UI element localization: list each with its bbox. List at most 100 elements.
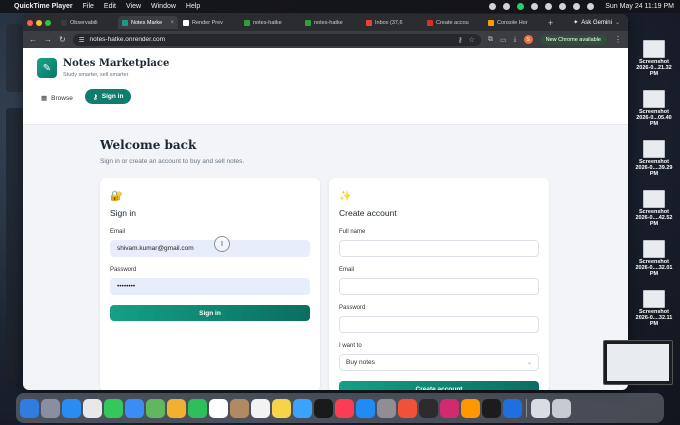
zoom-window-button[interactable]	[45, 19, 51, 26]
chrome-update-chip[interactable]: New Chrome available	[539, 34, 607, 45]
forward-icon[interactable]: →	[44, 35, 52, 44]
nav-signin-button[interactable]: ⚷ Sign in	[85, 89, 132, 104]
desktop-file[interactable]: Screenshot 2026-0....32.11 PM	[632, 290, 676, 327]
appstore-icon[interactable]	[356, 398, 375, 418]
mail-icon[interactable]	[125, 398, 144, 418]
browser-tab[interactable]: Observabili	[57, 16, 117, 29]
notes-logo-icon[interactable]: ✎	[37, 58, 57, 78]
maps-icon[interactable]	[146, 398, 165, 418]
file-thumbnail	[643, 190, 665, 208]
messages-icon[interactable]	[104, 398, 123, 418]
wifi-icon[interactable]	[559, 3, 567, 10]
nav-browse-link[interactable]: ▦ Browse	[41, 94, 73, 103]
safari-icon[interactable]	[62, 398, 81, 418]
gemini-icon: ✦	[573, 20, 579, 26]
signin-password-input[interactable]: ••••••••	[110, 278, 310, 295]
dock-separator	[526, 399, 527, 417]
menu-view[interactable]: View	[126, 3, 141, 10]
menu-edit[interactable]: Edit	[104, 3, 116, 10]
finder-icon[interactable]	[20, 398, 39, 418]
browser-tab[interactable]: Console Hor	[484, 16, 544, 29]
calendar-widget[interactable]	[6, 24, 24, 92]
browser-tab[interactable]: notes-hatke	[301, 16, 361, 29]
signin-email-label: Email	[110, 229, 126, 235]
browser-menu-icon[interactable]: ⋮	[614, 35, 622, 44]
menu-file[interactable]: File	[83, 3, 94, 10]
page-subtitle: Sign in or create an account to buy and …	[100, 158, 245, 165]
browser-tab[interactable]: Create accou	[423, 16, 483, 29]
recording-preview-window[interactable]	[603, 340, 673, 385]
intellij-icon[interactable]	[440, 398, 459, 418]
terminal-icon[interactable]	[482, 398, 501, 418]
browser-tab[interactable]: Inbox (37,6	[362, 16, 422, 29]
desktop-file[interactable]: Screenshot 2026-0....32.01 PM	[632, 240, 676, 277]
facetime-icon[interactable]	[188, 398, 207, 418]
ask-gemini-button[interactable]: ✦ Ask Gemini ⌄	[573, 19, 620, 27]
reload-icon[interactable]: ↻	[59, 35, 66, 44]
new-tab-button[interactable]: +	[548, 18, 553, 28]
minimize-window-button[interactable]	[36, 19, 42, 26]
reminders-icon[interactable]	[251, 398, 270, 418]
sublime-icon[interactable]	[461, 398, 480, 418]
brand-title[interactable]: Notes Marketplace	[63, 58, 169, 69]
side-panel-icon[interactable]: ▭	[500, 36, 507, 44]
swift-icon[interactable]	[398, 398, 417, 418]
tray-icon[interactable]	[503, 3, 511, 10]
desktop-file[interactable]: Screenshot 2026-0...21.32 PM	[632, 40, 676, 77]
settings-icon[interactable]	[377, 398, 396, 418]
music-icon[interactable]	[335, 398, 354, 418]
bookmark-star-icon[interactable]: ☆	[469, 36, 475, 44]
quicktime-icon[interactable]	[503, 398, 522, 418]
file-thumbnail	[643, 140, 665, 158]
signin-email-input[interactable]: shivam.kumar@gmail.com	[110, 240, 310, 257]
close-window-button[interactable]	[27, 19, 33, 26]
trash-icon[interactable]	[552, 398, 571, 418]
create-password-input[interactable]	[339, 316, 539, 333]
create-account-button[interactable]: Create account	[339, 381, 539, 390]
site-header: ✎ Notes Marketplace Study smarter, sell …	[23, 48, 628, 125]
gmail-icon	[366, 19, 372, 26]
browser-tab[interactable]: notes-hatke	[240, 16, 300, 29]
photos-icon[interactable]	[167, 398, 186, 418]
menu-window[interactable]: Window	[151, 3, 176, 10]
dock	[16, 393, 664, 423]
tab-strip: Observabili Notes Marke × Render Prev not…	[23, 14, 628, 31]
create-name-input[interactable]	[339, 240, 539, 257]
contacts-icon[interactable]	[230, 398, 249, 418]
cube-icon[interactable]	[419, 398, 438, 418]
menu-app-name[interactable]: QuickTime Player	[14, 3, 73, 10]
record-status-icon[interactable]	[517, 3, 525, 10]
search-icon[interactable]	[573, 3, 581, 10]
address-bar[interactable]: ☰ notes-hatke.onrender.com ⚷ ☆	[72, 33, 481, 46]
tray-icon[interactable]	[489, 3, 497, 10]
tab-close-icon[interactable]: ×	[170, 20, 174, 26]
desktop-file[interactable]: Screenshot 2026-0....42.52 PM	[632, 190, 676, 227]
downloads-icon[interactable]: ⤓	[514, 36, 517, 44]
folder-icon[interactable]	[531, 398, 550, 418]
desktop-file[interactable]: Screenshot 2026-0....39.29 PM	[632, 140, 676, 177]
profile-avatar[interactable]: S	[523, 35, 533, 44]
control-center-icon[interactable]	[587, 3, 595, 10]
signin-submit-button[interactable]: Sign in	[110, 305, 310, 321]
chevron-down-icon: ⌄	[614, 20, 620, 26]
notes-icon[interactable]	[272, 398, 291, 418]
menu-clock[interactable]: Sun May 24 11:19 PM	[605, 3, 674, 10]
back-icon[interactable]: ←	[29, 35, 37, 44]
desktop-file[interactable]: Screenshot 2026-0...05.40 PM	[632, 90, 676, 127]
key-icon[interactable]: ⚷	[458, 36, 463, 44]
menu-help[interactable]: Help	[186, 3, 200, 10]
site-info-icon[interactable]: ☰	[79, 36, 85, 44]
browser-toolbar: ← → ↻ ☰ notes-hatke.onrender.com ⚷ ☆ ⧉ ▭…	[23, 31, 628, 48]
freeform-icon[interactable]	[293, 398, 312, 418]
extensions-icon[interactable]: ⧉	[488, 36, 493, 44]
tv-icon[interactable]	[314, 398, 333, 418]
tray-icon[interactable]	[531, 3, 539, 10]
launchpad-icon[interactable]	[41, 398, 60, 418]
browser-tab-active[interactable]: Notes Marke ×	[118, 16, 178, 29]
calendar-icon[interactable]	[209, 398, 228, 418]
battery-icon[interactable]	[545, 3, 553, 10]
chrome-icon[interactable]	[83, 398, 102, 418]
create-email-input[interactable]	[339, 278, 539, 295]
browser-tab[interactable]: Render Prev	[179, 16, 239, 29]
create-intent-select[interactable]: Buy notes ⌄	[339, 354, 539, 371]
